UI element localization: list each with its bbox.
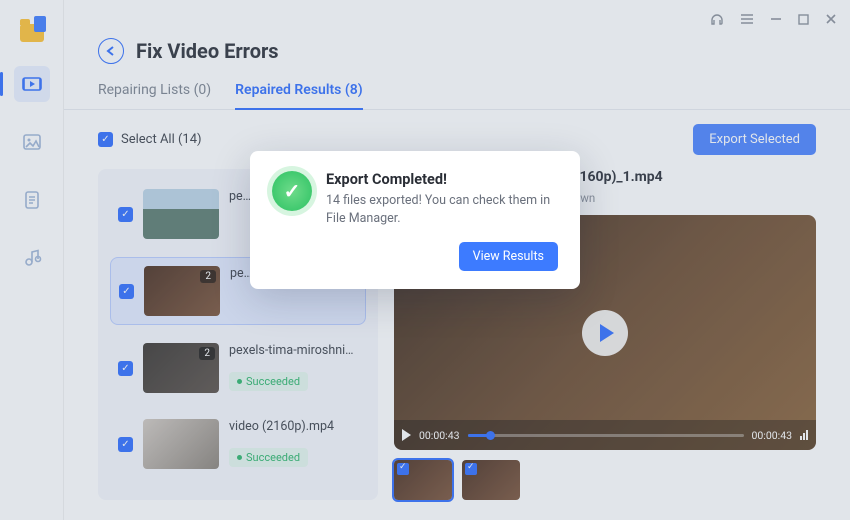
- view-results-button[interactable]: View Results: [459, 242, 558, 271]
- modal-title: Export Completed!: [326, 171, 558, 188]
- success-check-icon: ✓: [272, 171, 312, 211]
- modal-overlay: ✓ Export Completed! 14 files exported! Y…: [0, 0, 850, 520]
- modal-text: 14 files exported! You can check them in…: [326, 192, 558, 228]
- export-complete-dialog: ✓ Export Completed! 14 files exported! Y…: [250, 151, 580, 289]
